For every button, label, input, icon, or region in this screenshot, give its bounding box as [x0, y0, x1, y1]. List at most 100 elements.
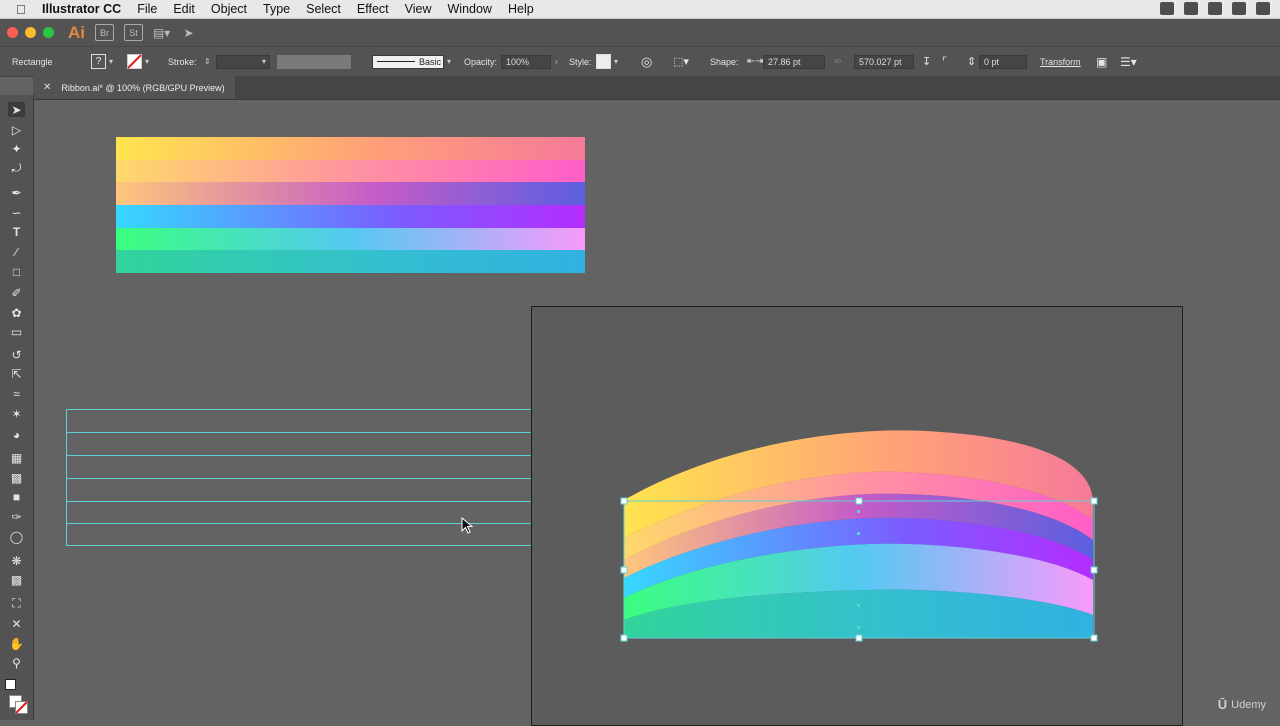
- fill-stroke-swatches[interactable]: [9, 695, 29, 715]
- stripe-3: [116, 182, 585, 205]
- graph-icon[interactable]: ▩: [8, 572, 25, 587]
- recolor-artwork-icon[interactable]: ◎: [641, 47, 652, 76]
- hand-icon[interactable]: ✋: [8, 636, 25, 651]
- menu-file[interactable]: File: [137, 2, 157, 16]
- creative-cloud-icon[interactable]: [1184, 2, 1198, 15]
- opacity-label[interactable]: Opacity:: [464, 47, 497, 76]
- puppet-warp-icon[interactable]: ✶: [8, 406, 25, 421]
- stock-button[interactable]: St: [124, 24, 143, 41]
- paintbrush-icon[interactable]: ✐: [8, 285, 25, 300]
- stroke-label: Stroke:: [168, 56, 197, 67]
- line-tool-icon[interactable]: ∕: [8, 244, 25, 259]
- gpu-performance-icon[interactable]: ➤: [180, 25, 197, 40]
- selection-type-label: Rectangle: [12, 56, 53, 67]
- menu-object[interactable]: Object: [211, 2, 247, 16]
- menu-type[interactable]: Type: [263, 2, 290, 16]
- notification-icon[interactable]: [1256, 2, 1270, 15]
- menu-select[interactable]: Select: [306, 2, 341, 16]
- fill-dropdown-icon[interactable]: ▾: [109, 57, 113, 66]
- blend-icon[interactable]: ◯: [8, 529, 25, 544]
- screen-icon[interactable]: [1208, 2, 1222, 15]
- constrain-proportions-icon[interactable]: ∞: [834, 47, 841, 76]
- gradient-icon[interactable]: ■: [8, 489, 25, 504]
- magic-wand-icon[interactable]: ✦: [8, 141, 25, 156]
- menu-edit[interactable]: Edit: [173, 2, 195, 16]
- eyedropper-icon[interactable]: ✑: [8, 509, 25, 524]
- brush-style-label: Basic: [419, 56, 442, 67]
- shaper-tool-icon[interactable]: ✿: [8, 305, 25, 320]
- lasso-icon[interactable]: ⤾: [8, 161, 25, 176]
- menu-view[interactable]: View: [405, 2, 432, 16]
- corner-radius-field[interactable]: 0 pt: [979, 54, 1027, 69]
- shape-label[interactable]: Shape:: [710, 47, 739, 76]
- direct-selection-tool-icon[interactable]: ▷: [8, 122, 25, 137]
- opacity-field[interactable]: 100%: [501, 54, 551, 69]
- menu-window[interactable]: Window: [448, 2, 492, 16]
- zoom-icon[interactable]: ⚲: [8, 655, 25, 670]
- rotate-icon[interactable]: ↺: [8, 347, 25, 362]
- cursor-icon: [461, 517, 474, 534]
- panel-menu-icon[interactable]: ☰▾: [1120, 47, 1137, 76]
- slice-icon[interactable]: ✕: [8, 616, 25, 631]
- type-tool-icon[interactable]: T: [8, 224, 25, 239]
- symbol-sprayer-icon[interactable]: ❋: [8, 553, 25, 568]
- variable-width-profile[interactable]: [277, 54, 351, 69]
- shape-width-field[interactable]: 27.86 pt: [763, 54, 825, 69]
- eraser-icon[interactable]: ▭: [8, 324, 25, 339]
- pen-tool-icon[interactable]: ✒: [8, 185, 25, 200]
- shape-height-field[interactable]: 570.027 pt: [854, 54, 914, 69]
- selection-tool-icon[interactable]: ➤: [8, 102, 25, 117]
- bridge-button[interactable]: Br: [95, 24, 114, 41]
- stripe-5: [116, 227, 585, 251]
- shape-width-value: 27.86 pt: [768, 56, 801, 67]
- opacity-arrow-icon[interactable]: ›: [555, 57, 558, 66]
- menu-effect[interactable]: Effect: [357, 2, 389, 16]
- tools-panel: ➤ ▷ ✦ ⤾ ✒ ∽ T ∕ □ ✐ ✿ ▭ ↺ ⇱ ≈ ✶ ◕ ▦ ▩ ■ …: [0, 95, 34, 720]
- isolate-object-icon[interactable]: ▣: [1096, 47, 1107, 76]
- document-tab[interactable]: ✕ Ribbon.ai* @ 100% (RGB/GPU Preview): [33, 76, 235, 99]
- shape-height-value: 570.027 pt: [859, 56, 902, 67]
- stroke-weight-stepper[interactable]: ⇕: [204, 57, 211, 66]
- gradient-stripes[interactable]: [116, 137, 585, 273]
- apple-icon[interactable]: : [16, 2, 32, 17]
- app-bar: Ai Br St ▤▾ ➤: [0, 19, 1280, 46]
- mesh-icon[interactable]: ▩: [8, 470, 25, 485]
- app-menu[interactable]: Illustrator CC: [42, 2, 121, 16]
- width-tool-icon[interactable]: ≈: [8, 386, 25, 401]
- warped-ribbon[interactable]: [610, 420, 1110, 650]
- corner-radius-stepper[interactable]: ⇕: [967, 47, 976, 76]
- menu-help[interactable]: Help: [508, 2, 534, 16]
- stroke-none-icon[interactable]: [127, 54, 142, 69]
- graphic-style-swatch[interactable]: [596, 54, 611, 69]
- stroke-dropdown-icon[interactable]: ▾: [145, 57, 149, 66]
- curvature-tool-icon[interactable]: ∽: [8, 205, 25, 220]
- transform-link[interactable]: Transform: [1040, 47, 1081, 76]
- window-zoom-button[interactable]: [43, 27, 54, 38]
- style-dropdown-icon[interactable]: ▾: [614, 57, 618, 66]
- document-tab-title: Ribbon.ai* @ 100% (RGB/GPU Preview): [61, 82, 225, 93]
- dropbox-icon[interactable]: [1160, 2, 1174, 15]
- brush-dropdown-icon[interactable]: ▾: [447, 57, 451, 66]
- window-minimize-button[interactable]: [25, 27, 36, 38]
- corner-radius-value: 0 pt: [984, 56, 1000, 67]
- arrange-documents-icon[interactable]: ▤▾: [153, 25, 170, 40]
- brush-definition-field[interactable]: Basic: [372, 54, 444, 69]
- stripe-1: [116, 137, 585, 160]
- stripe-2: [116, 159, 585, 183]
- scale-icon[interactable]: ⇱: [8, 366, 25, 381]
- window-close-button[interactable]: [7, 27, 18, 38]
- udemy-logo-icon: Ū: [1217, 697, 1228, 712]
- default-fill-stroke-icon[interactable]: [5, 679, 16, 690]
- close-icon[interactable]: ✕: [43, 82, 51, 93]
- stroke-weight-field[interactable]: ▾: [216, 54, 270, 69]
- corner-type-icon[interactable]: ⌜: [942, 47, 947, 76]
- align-options-icon[interactable]: ⬚▾: [673, 47, 689, 76]
- backup-icon[interactable]: [1232, 2, 1246, 15]
- perspective-grid-icon[interactable]: ▦: [8, 450, 25, 465]
- rectangle-tool-icon[interactable]: □: [8, 264, 25, 279]
- shape-builder-icon[interactable]: ◕: [8, 427, 25, 442]
- fill-icon[interactable]: ?: [91, 54, 106, 69]
- artboard-icon[interactable]: ⛶: [8, 596, 25, 611]
- menu-bar:  Illustrator CC File Edit Object Type S…: [0, 0, 1280, 19]
- udemy-watermark-text: Udemy: [1231, 698, 1266, 711]
